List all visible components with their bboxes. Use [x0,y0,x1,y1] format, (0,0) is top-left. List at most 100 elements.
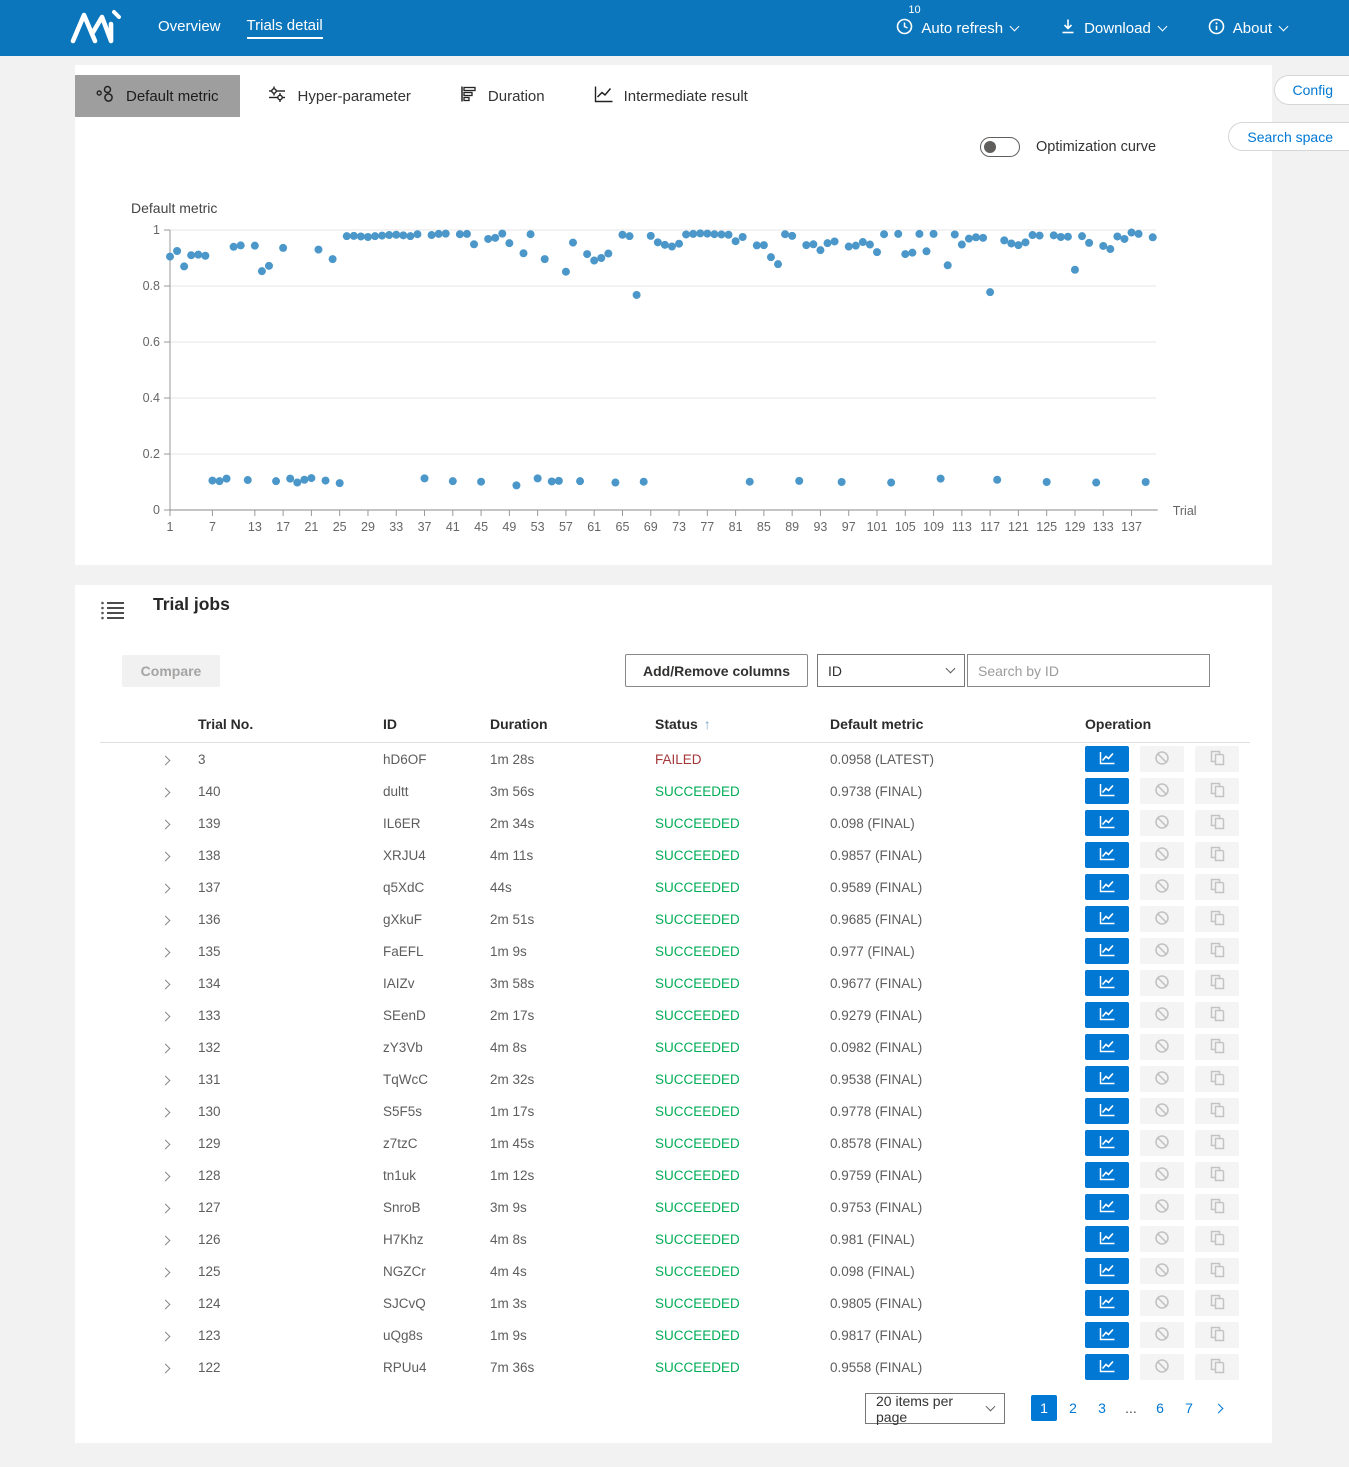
copy-button[interactable] [1195,1226,1239,1252]
copy-button[interactable] [1195,746,1239,772]
expand-row-button[interactable] [161,787,171,797]
kill-button[interactable] [1140,1258,1184,1284]
download-menu[interactable]: Download [1060,18,1166,39]
tab-duration[interactable]: Duration [439,75,566,117]
copy-button[interactable] [1195,810,1239,836]
config-button[interactable]: Config [1274,75,1349,105]
expand-row-button[interactable] [161,979,171,989]
about-menu[interactable]: About [1208,18,1287,39]
col-duration[interactable]: Duration [490,716,655,732]
col-id[interactable]: ID [383,716,490,732]
expand-row-button[interactable] [161,755,171,765]
expand-row-button[interactable] [161,1075,171,1085]
page-button-3[interactable]: 3 [1089,1395,1115,1421]
kill-button[interactable] [1140,842,1184,868]
kill-button[interactable] [1140,970,1184,996]
copy-button[interactable] [1195,1162,1239,1188]
col-default-metric[interactable]: Default metric [830,716,1085,732]
metric-graph-button[interactable] [1085,1258,1129,1284]
expand-row-button[interactable] [161,883,171,893]
metric-graph-button[interactable] [1085,1162,1129,1188]
auto-refresh-menu[interactable]: 10 Auto refresh [896,18,1018,39]
copy-button[interactable] [1195,1002,1239,1028]
expand-row-button[interactable] [161,851,171,861]
kill-button[interactable] [1140,1066,1184,1092]
metric-graph-button[interactable] [1085,746,1129,772]
metric-graph-button[interactable] [1085,1098,1129,1124]
kill-button[interactable] [1140,810,1184,836]
metric-graph-button[interactable] [1085,970,1129,996]
metric-graph-button[interactable] [1085,842,1129,868]
search-space-button[interactable]: Search space [1228,122,1349,151]
kill-button[interactable] [1140,1130,1184,1156]
compare-button[interactable]: Compare [122,655,220,687]
nav-overview[interactable]: Overview [158,18,221,38]
tab-intermediate-result[interactable]: Intermediate result [573,75,769,117]
metric-graph-button[interactable] [1085,1354,1129,1380]
kill-button[interactable] [1140,1226,1184,1252]
metric-graph-button[interactable] [1085,1002,1129,1028]
metric-graph-button[interactable] [1085,938,1129,964]
kill-button[interactable] [1140,1290,1184,1316]
expand-row-button[interactable] [161,915,171,925]
copy-button[interactable] [1195,1034,1239,1060]
kill-button[interactable] [1140,906,1184,932]
expand-row-button[interactable] [161,1299,171,1309]
page-button-1[interactable]: 1 [1031,1395,1057,1421]
default-metric-scatter-chart[interactable]: 00.20.40.60.8117131721252933374145495357… [135,215,1235,560]
kill-button[interactable] [1140,874,1184,900]
expand-row-button[interactable] [161,1043,171,1053]
expand-row-button[interactable] [161,1235,171,1245]
copy-button[interactable] [1195,778,1239,804]
copy-button[interactable] [1195,1258,1239,1284]
metric-graph-button[interactable] [1085,1290,1129,1316]
nav-trials-detail[interactable]: Trials detail [247,17,323,39]
metric-graph-button[interactable] [1085,1194,1129,1220]
copy-button[interactable] [1195,842,1239,868]
items-per-page-dropdown[interactable]: 20 items per page [865,1393,1005,1424]
tab-hyper-parameter[interactable]: Hyper-parameter [247,75,432,117]
copy-button[interactable] [1195,1290,1239,1316]
metric-graph-button[interactable] [1085,906,1129,932]
metric-graph-button[interactable] [1085,1034,1129,1060]
expand-row-button[interactable] [161,1267,171,1277]
page-button-2[interactable]: 2 [1060,1395,1086,1421]
page-button-7[interactable]: 7 [1176,1395,1202,1421]
expand-row-button[interactable] [161,1363,171,1373]
filter-field-dropdown[interactable]: ID [817,654,965,687]
copy-button[interactable] [1195,874,1239,900]
metric-graph-button[interactable] [1085,778,1129,804]
kill-button[interactable] [1140,1322,1184,1348]
copy-button[interactable] [1195,906,1239,932]
search-input[interactable] [967,654,1210,687]
metric-graph-button[interactable] [1085,1130,1129,1156]
copy-button[interactable] [1195,1066,1239,1092]
col-trial-no[interactable]: Trial No. [198,716,383,732]
kill-button[interactable] [1140,778,1184,804]
expand-row-button[interactable] [161,819,171,829]
copy-button[interactable] [1195,1194,1239,1220]
expand-row-button[interactable] [161,1171,171,1181]
expand-row-button[interactable] [161,1331,171,1341]
optimization-curve-toggle[interactable] [980,137,1020,157]
col-status[interactable]: Status↑ [655,716,830,732]
copy-button[interactable] [1195,1098,1239,1124]
metric-graph-button[interactable] [1085,1226,1129,1252]
copy-button[interactable] [1195,1354,1239,1380]
expand-row-button[interactable] [161,1011,171,1021]
copy-button[interactable] [1195,1130,1239,1156]
page-button-6[interactable]: 6 [1147,1395,1173,1421]
kill-button[interactable] [1140,1034,1184,1060]
tab-default-metric[interactable]: Default metric [75,75,240,117]
add-remove-columns-button[interactable]: Add/Remove columns [625,654,808,687]
kill-button[interactable] [1140,1098,1184,1124]
metric-graph-button[interactable] [1085,810,1129,836]
copy-button[interactable] [1195,970,1239,996]
expand-row-button[interactable] [161,1107,171,1117]
kill-button[interactable] [1140,1002,1184,1028]
next-page-button[interactable] [1205,1395,1231,1421]
metric-graph-button[interactable] [1085,874,1129,900]
kill-button[interactable] [1140,1354,1184,1380]
metric-graph-button[interactable] [1085,1066,1129,1092]
copy-button[interactable] [1195,1322,1239,1348]
